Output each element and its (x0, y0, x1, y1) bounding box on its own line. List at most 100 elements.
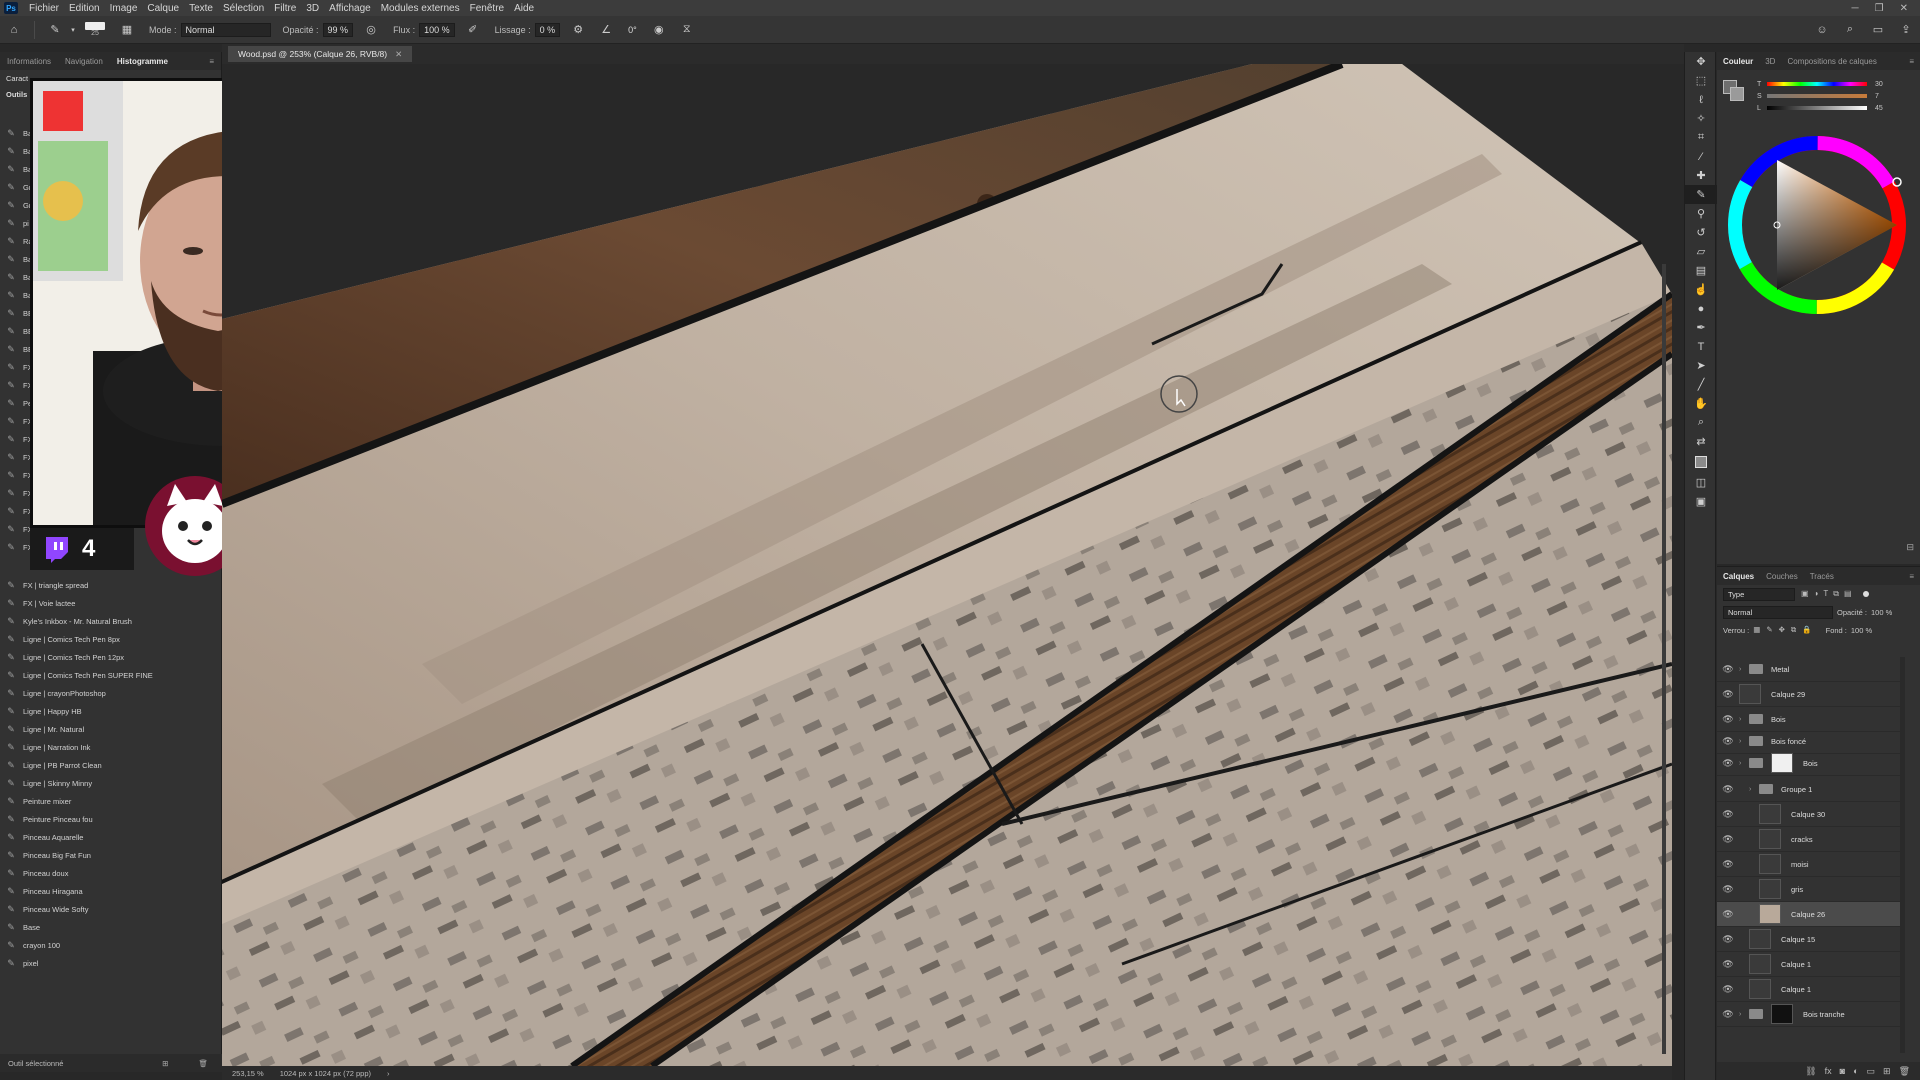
menu-edition[interactable]: Edition (64, 3, 105, 14)
visibility-eye-icon[interactable]: 👁 (1717, 909, 1739, 920)
visibility-eye-icon[interactable]: 👁 (1717, 664, 1739, 675)
expand-arrow-icon[interactable]: › (1739, 1011, 1749, 1018)
healing-tool-icon[interactable]: ✚ (1685, 166, 1717, 185)
restore-icon[interactable]: ❐ (1875, 3, 1884, 14)
brush-preset-item[interactable]: ✎ Ligne | Comics Tech Pen 12px (0, 648, 212, 666)
filter-icons[interactable]: ▣◑T⧉▤ (1801, 589, 1857, 599)
new-group-icon[interactable]: ▭ (1867, 1066, 1876, 1077)
layer-row[interactable]: 👁 Calque 1 (1717, 952, 1905, 977)
panel-menu-icon[interactable]: ≡ (1903, 57, 1920, 66)
menu-fenetre[interactable]: Fenêtre (465, 3, 509, 14)
brush-preset-item[interactable]: ✎ Kyle's Inkbox - Mr. Natural Brush (0, 612, 212, 630)
tab-navigation[interactable]: Navigation (58, 57, 110, 66)
fill-value[interactable]: 100 % (1851, 626, 1872, 635)
brush-preset-item[interactable]: ✎ Pinceau Aquarelle (0, 828, 212, 846)
photoshop-logo[interactable]: Ps (4, 2, 18, 14)
layer-row[interactable]: 👁 gris (1717, 877, 1905, 902)
blend-mode-select[interactable]: Normal (1723, 605, 1833, 619)
angle-field[interactable]: 0° (624, 23, 641, 37)
menu-3d[interactable]: 3D (301, 3, 324, 14)
lasso-tool-icon[interactable]: ℓ (1685, 90, 1717, 109)
menu-modules-externes[interactable]: Modules externes (376, 3, 465, 14)
layer-name[interactable]: moisi (1791, 860, 1809, 869)
visibility-eye-icon[interactable]: 👁 (1717, 834, 1739, 845)
visibility-eye-icon[interactable]: 👁 (1717, 934, 1739, 945)
visibility-eye-icon[interactable]: 👁 (1717, 809, 1739, 820)
menu-image[interactable]: Image (105, 3, 143, 14)
brush-preset-item[interactable]: ✎ Base (0, 918, 212, 936)
brush-preset-item[interactable]: ✎ Ligne | Happy HB (0, 702, 212, 720)
layer-group-row[interactable]: 👁 › Bois tranche (1717, 1002, 1905, 1027)
close-tab-icon[interactable]: ✕ (395, 49, 402, 60)
visibility-eye-icon[interactable]: 👁 (1717, 884, 1739, 895)
brush-settings-icon[interactable]: ▦ (119, 22, 135, 38)
fx-icon[interactable]: fx (1825, 1066, 1832, 1076)
slider-value-s[interactable]: 7 (1875, 93, 1879, 100)
document-tab[interactable]: Wood.psd @ 253% (Calque 26, RVB/8) ✕ (228, 46, 413, 62)
visibility-eye-icon[interactable]: 👁 (1717, 758, 1739, 769)
layer-group-row[interactable]: 👁 › Metal (1717, 657, 1905, 682)
move-tool-icon[interactable]: ✥ (1685, 52, 1717, 71)
layer-name[interactable]: Calque 29 (1771, 690, 1805, 699)
brush-preset-item[interactable]: ✎ Peinture mixer (0, 792, 212, 810)
panel-menu-icon[interactable]: ≡ (1903, 572, 1920, 581)
hand-tool-icon[interactable]: ✋ (1685, 394, 1717, 413)
expand-arrow-icon[interactable]: › (1739, 738, 1749, 745)
gear-icon[interactable]: ⚙ (570, 22, 586, 38)
layers-scrollbar[interactable] (1900, 657, 1905, 1053)
slider-value-l[interactable]: 45 (1875, 105, 1883, 112)
menu-selection[interactable]: Sélection (218, 3, 269, 14)
visibility-eye-icon[interactable]: 👁 (1717, 1009, 1739, 1020)
layer-name[interactable]: Bois (1771, 715, 1786, 724)
brush-preset-item[interactable]: ✎ Peinture Pinceau fou (0, 810, 212, 828)
home-icon[interactable]: ⌂ (6, 22, 22, 38)
slider-value-t[interactable]: 30 (1875, 81, 1883, 88)
chevron-down-icon[interactable]: ▾ (69, 22, 77, 38)
minimize-icon[interactable]: ─ (1852, 3, 1859, 14)
link-layers-icon[interactable]: ⛓ (1805, 1066, 1816, 1077)
lock-icons[interactable]: ▦✎✥⧉🔒 (1753, 625, 1817, 635)
visibility-eye-icon[interactable]: 👁 (1717, 714, 1739, 725)
filter-toggle-icon[interactable] (1862, 591, 1869, 597)
layer-row[interactable]: 👁 Calque 26 (1717, 902, 1905, 927)
brush-preset-item[interactable]: ✎ pixel (0, 954, 212, 972)
bg-swatch[interactable] (1730, 87, 1744, 101)
eyedropper-tool-icon[interactable]: ⁄ (1685, 147, 1717, 166)
layer-filter-select[interactable]: Type (1723, 587, 1795, 601)
smoothing-field[interactable]: 0 % (534, 22, 561, 37)
trash-icon[interactable]: 🗑 (198, 1059, 208, 1068)
visibility-eye-icon[interactable]: 👁 (1717, 736, 1739, 747)
layer-row[interactable]: 👁 moisi (1717, 852, 1905, 877)
mode-select[interactable]: Normal (180, 22, 271, 37)
brush-preset-item[interactable]: ✎ crayon 100 (0, 936, 212, 954)
visibility-eye-icon[interactable]: 👁 (1717, 959, 1739, 970)
layer-group-row[interactable]: 👁 › Bois (1717, 751, 1905, 776)
gradient-tool-icon[interactable]: ▤ (1685, 261, 1717, 280)
close-icon[interactable]: ✕ (1900, 3, 1908, 14)
type-tool-icon[interactable]: T (1685, 337, 1717, 356)
brush-preset-item[interactable]: ✎ Pinceau doux (0, 864, 212, 882)
expand-arrow-icon[interactable]: › (1739, 716, 1749, 723)
new-brush-icon[interactable]: ⊞ (162, 1059, 168, 1068)
tab-couches[interactable]: Couches (1760, 572, 1804, 581)
brush-preset-item[interactable]: ✎ Ligne | crayonPhotoshop (0, 684, 212, 702)
expand-arrow-icon[interactable]: › (1739, 760, 1749, 767)
expand-arrow-icon[interactable]: › (1739, 666, 1749, 673)
zoom-tool-icon[interactable]: ⌕ (1685, 413, 1717, 432)
layer-name[interactable]: Calque 1 (1781, 960, 1811, 969)
symmetry-icon[interactable]: ⧖ (679, 22, 695, 38)
tab-traces[interactable]: Tracés (1804, 572, 1840, 581)
delete-layer-icon[interactable]: 🗑 (1899, 1066, 1910, 1077)
brush-preset-item[interactable]: ✎ Ligne | Comics Tech Pen 8px (0, 630, 212, 648)
saturation-slider[interactable] (1767, 94, 1867, 98)
tab-compositions[interactable]: Compositions de calques (1781, 57, 1882, 66)
foreground-color[interactable] (1695, 456, 1707, 468)
visibility-eye-icon[interactable]: 👁 (1717, 689, 1739, 700)
hue-slider[interactable] (1767, 82, 1867, 86)
tab-couleur[interactable]: Couleur (1717, 57, 1759, 66)
layer-name[interactable]: Calque 30 (1791, 810, 1825, 819)
opacity-field[interactable]: 99 % (322, 22, 354, 37)
layer-row[interactable]: 👁 cracks (1717, 827, 1905, 852)
airbrush-icon[interactable]: ✐ (465, 22, 481, 38)
opacity-value[interactable]: 100 % (1871, 608, 1892, 617)
